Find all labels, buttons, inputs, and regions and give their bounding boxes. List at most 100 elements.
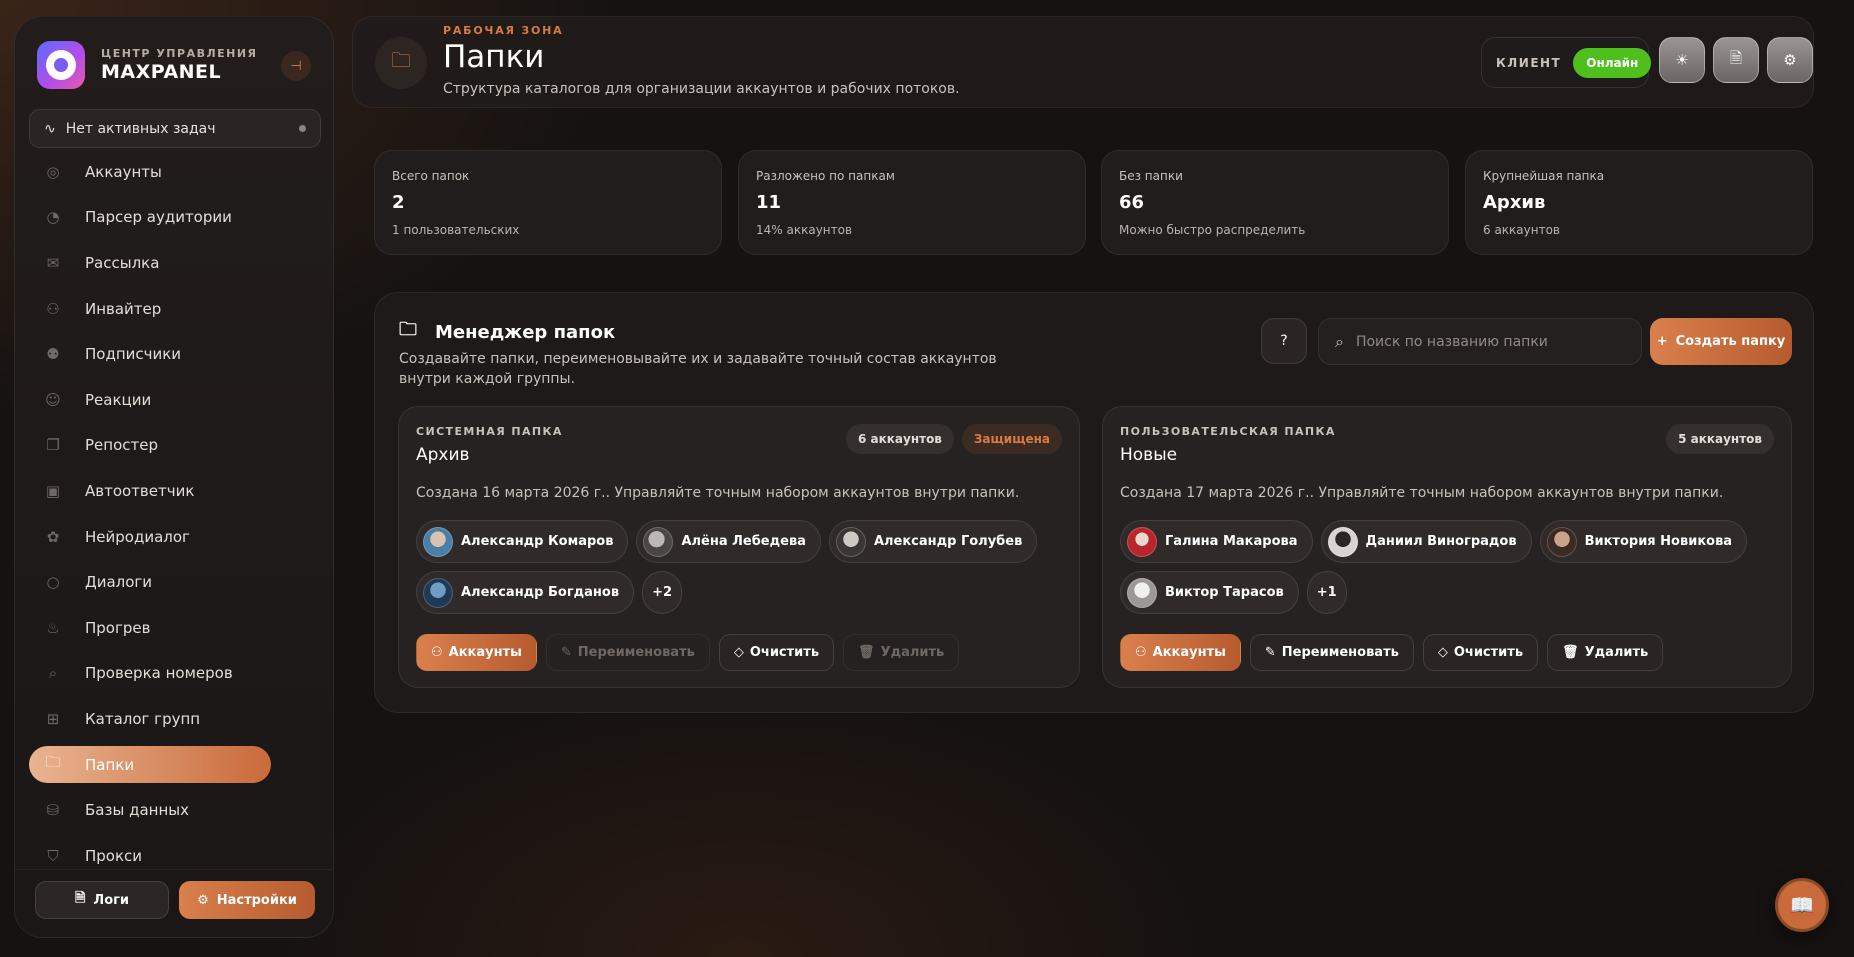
sidebar-item-mailing[interactable]: ✉ Рассылка [15, 240, 333, 286]
avatar [1546, 526, 1577, 557]
page-title: Папки [443, 39, 545, 75]
stat-sub: 1 пользовательских [392, 223, 520, 237]
book-icon: 📖 [1789, 893, 1815, 917]
gear-icon: ⚙ [1783, 51, 1797, 69]
folder-card-archive: СИСТЕМНАЯ ПАПКА Архив 6 аккаунтов Защище… [398, 406, 1080, 688]
guide-button[interactable]: 📖 [1775, 878, 1829, 932]
stat-card-largest: Крупнейшая папка Архив 6 аккаунтов [1465, 150, 1813, 255]
sidebar-item-subscribers[interactable]: ⚉ Подписчики [15, 331, 333, 377]
brand-subtitle: ЦЕНТР УПРАВЛЕНИЯ [101, 47, 258, 60]
clear-button[interactable]: ◇ Очистить [718, 634, 835, 671]
avatar [1127, 526, 1157, 557]
stat-value: 66 [1119, 192, 1145, 213]
sidebar-item-neurodialog[interactable]: ✿ Нейродиалог [15, 514, 333, 560]
avatar [1327, 526, 1358, 557]
folder-search[interactable]: ⌕ [1318, 318, 1642, 365]
member-chip[interactable]: Виктория Новикова [1539, 520, 1748, 563]
task-status-box[interactable]: ∿ Нет активных задач [29, 109, 321, 148]
avatar [423, 526, 453, 557]
stat-value: 2 [392, 192, 405, 213]
folder-actions: ⚇ Аккаунты ✎ Переименовать ◇ Очистить 🗑 Удал… [1120, 634, 1664, 671]
divider [15, 869, 333, 870]
rename-button[interactable]: ✎ Переименовать [545, 634, 710, 671]
member-chip[interactable]: Галина Макарова [1120, 520, 1313, 563]
avatar [423, 577, 453, 608]
member-chip[interactable]: Александр Голубев [828, 520, 1038, 563]
rename-button[interactable]: ✎ Переименовать [1249, 634, 1414, 671]
stat-sub: 6 аккаунтов [1483, 223, 1561, 237]
sidebar-item-warmup[interactable]: ♨ Прогрев [15, 605, 333, 651]
sidebar-item-dialogs[interactable]: ○ Диалоги [15, 559, 333, 605]
stat-label: Разложено по папкам [756, 169, 895, 183]
app-logo [37, 41, 85, 89]
sidebar-item-accounts[interactable]: ◎ Аккаунты [15, 149, 333, 195]
folder-type: СИСТЕМНАЯ ПАПКА [416, 425, 563, 438]
sidebar-item-inviter[interactable]: ⚇ Инвайтер [15, 286, 333, 332]
header-eyebrow: РАБОЧАЯ ЗОНА [443, 24, 564, 37]
sidebar-item-databases[interactable]: ⛁ Базы данных [15, 787, 333, 833]
stat-card-unfiled: Без папки 66 Можно быстро распределить [1101, 150, 1449, 255]
folder-name: Архив [416, 445, 470, 465]
folder-icon: 🗀 [45, 753, 61, 772]
sidebar-item-folders[interactable]: 🗀 Папки [15, 742, 333, 788]
gear-icon: ⚙ [197, 892, 209, 908]
account-count-badge: 5 аккаунтов [1666, 424, 1774, 454]
member-list: Александр Комаров Алёна Лебедева Алексан… [416, 520, 1056, 614]
sidebar-item-reactions[interactable]: ☺ Реакции [15, 377, 333, 423]
search-icon: ⌕ [1335, 331, 1344, 351]
radar-icon: ◔ [46, 208, 60, 227]
member-chip[interactable]: Алёна Лебедева [636, 520, 821, 563]
member-chip[interactable]: Даниил Виноградов [1320, 520, 1532, 563]
sidebar-item-autoresponder[interactable]: ▣ Автоответчик [15, 468, 333, 514]
clear-button[interactable]: ◇ Очистить [1422, 634, 1539, 671]
sidebar-item-group-catalog[interactable]: ⊞ Каталог групп [15, 696, 333, 742]
trash-icon: 🗑 [858, 645, 875, 660]
sidebar-nav: ◎ Аккаунты ◔ Парсер аудитории ✉ Рассылка ⚇ И… [15, 149, 333, 879]
user-icon: ⚇ [1135, 645, 1147, 660]
accounts-button[interactable]: ⚇ Аккаунты [416, 634, 537, 671]
more-members-chip[interactable]: +1 [1306, 571, 1347, 614]
folder-description: Создана 17 марта 2026 г.. Управляйте точ… [1120, 485, 1724, 501]
sidebar-item-reposter[interactable]: ❐ Репостер [15, 423, 333, 469]
brand-title: MAXPANEL [101, 61, 222, 83]
stat-label: Крупнейшая папка [1483, 169, 1605, 183]
member-chip[interactable]: Александр Комаров [416, 520, 629, 563]
sidebar-item-number-check[interactable]: ⌕ Проверка номеров [15, 651, 333, 697]
sun-icon: ☀ [1675, 51, 1689, 69]
folder-icon: 🗀 [375, 37, 427, 89]
pin-sidebar-icon[interactable]: ⊣ [281, 51, 311, 81]
create-folder-button[interactable]: + Создать папку [1650, 318, 1792, 365]
accounts-button[interactable]: ⚇ Аккаунты [1120, 634, 1241, 671]
search-input[interactable] [1355, 333, 1616, 350]
member-chip[interactable]: Александр Богданов [416, 571, 635, 614]
brand: ЦЕНТР УПРАВЛЕНИЯ MAXPANEL [37, 41, 258, 89]
shield-icon: ⛉ [47, 846, 59, 865]
delete-button[interactable]: 🗑 Удалить [1547, 634, 1664, 671]
document-icon: 🗎 [74, 891, 86, 906]
logs-button[interactable]: 🗎 Логи [35, 881, 169, 919]
settings-button[interactable]: ⚙ Настройки [179, 881, 315, 919]
status-badge: Онлайн [1573, 47, 1652, 78]
question-icon: ? [1280, 333, 1288, 349]
help-button[interactable]: ? [1261, 318, 1307, 364]
member-chip[interactable]: Виктор Тарасов [1120, 571, 1299, 614]
sidebar-item-proxy[interactable]: ⛉ Прокси [15, 833, 333, 879]
settings-header-button[interactable]: ⚙ [1767, 37, 1813, 83]
more-members-chip[interactable]: +2 [642, 571, 683, 614]
avatar [835, 526, 866, 557]
theme-toggle-button[interactable]: ☀ [1659, 37, 1705, 83]
account-count-badge: 6 аккаунтов [845, 424, 954, 454]
sidebar-item-parser[interactable]: ◔ Парсер аудитории [15, 195, 333, 241]
protected-badge: Защищена [961, 424, 1062, 454]
chat-icon: ○ [46, 573, 60, 592]
folder-manager: 🗀 Менеджер папок Создавайте папки, переи… [374, 292, 1814, 713]
stat-card-total: Всего папок 2 1 пользовательских [374, 150, 722, 255]
page-header: 🗀 РАБОЧАЯ ЗОНА Папки Структура каталогов… [352, 16, 1814, 108]
docs-button[interactable]: 🗎 [1713, 37, 1759, 83]
page-subtitle: Структура каталогов для организации акка… [443, 81, 960, 97]
status-dot [299, 125, 306, 132]
folder-name: Новые [1120, 445, 1178, 465]
delete-button[interactable]: 🗑 Удалить [843, 634, 960, 671]
sidebar: ЦЕНТР УПРАВЛЕНИЯ MAXPANEL ⊣ ∿ Нет активн… [14, 16, 334, 938]
user-plus-icon: ⚇ [46, 299, 60, 318]
